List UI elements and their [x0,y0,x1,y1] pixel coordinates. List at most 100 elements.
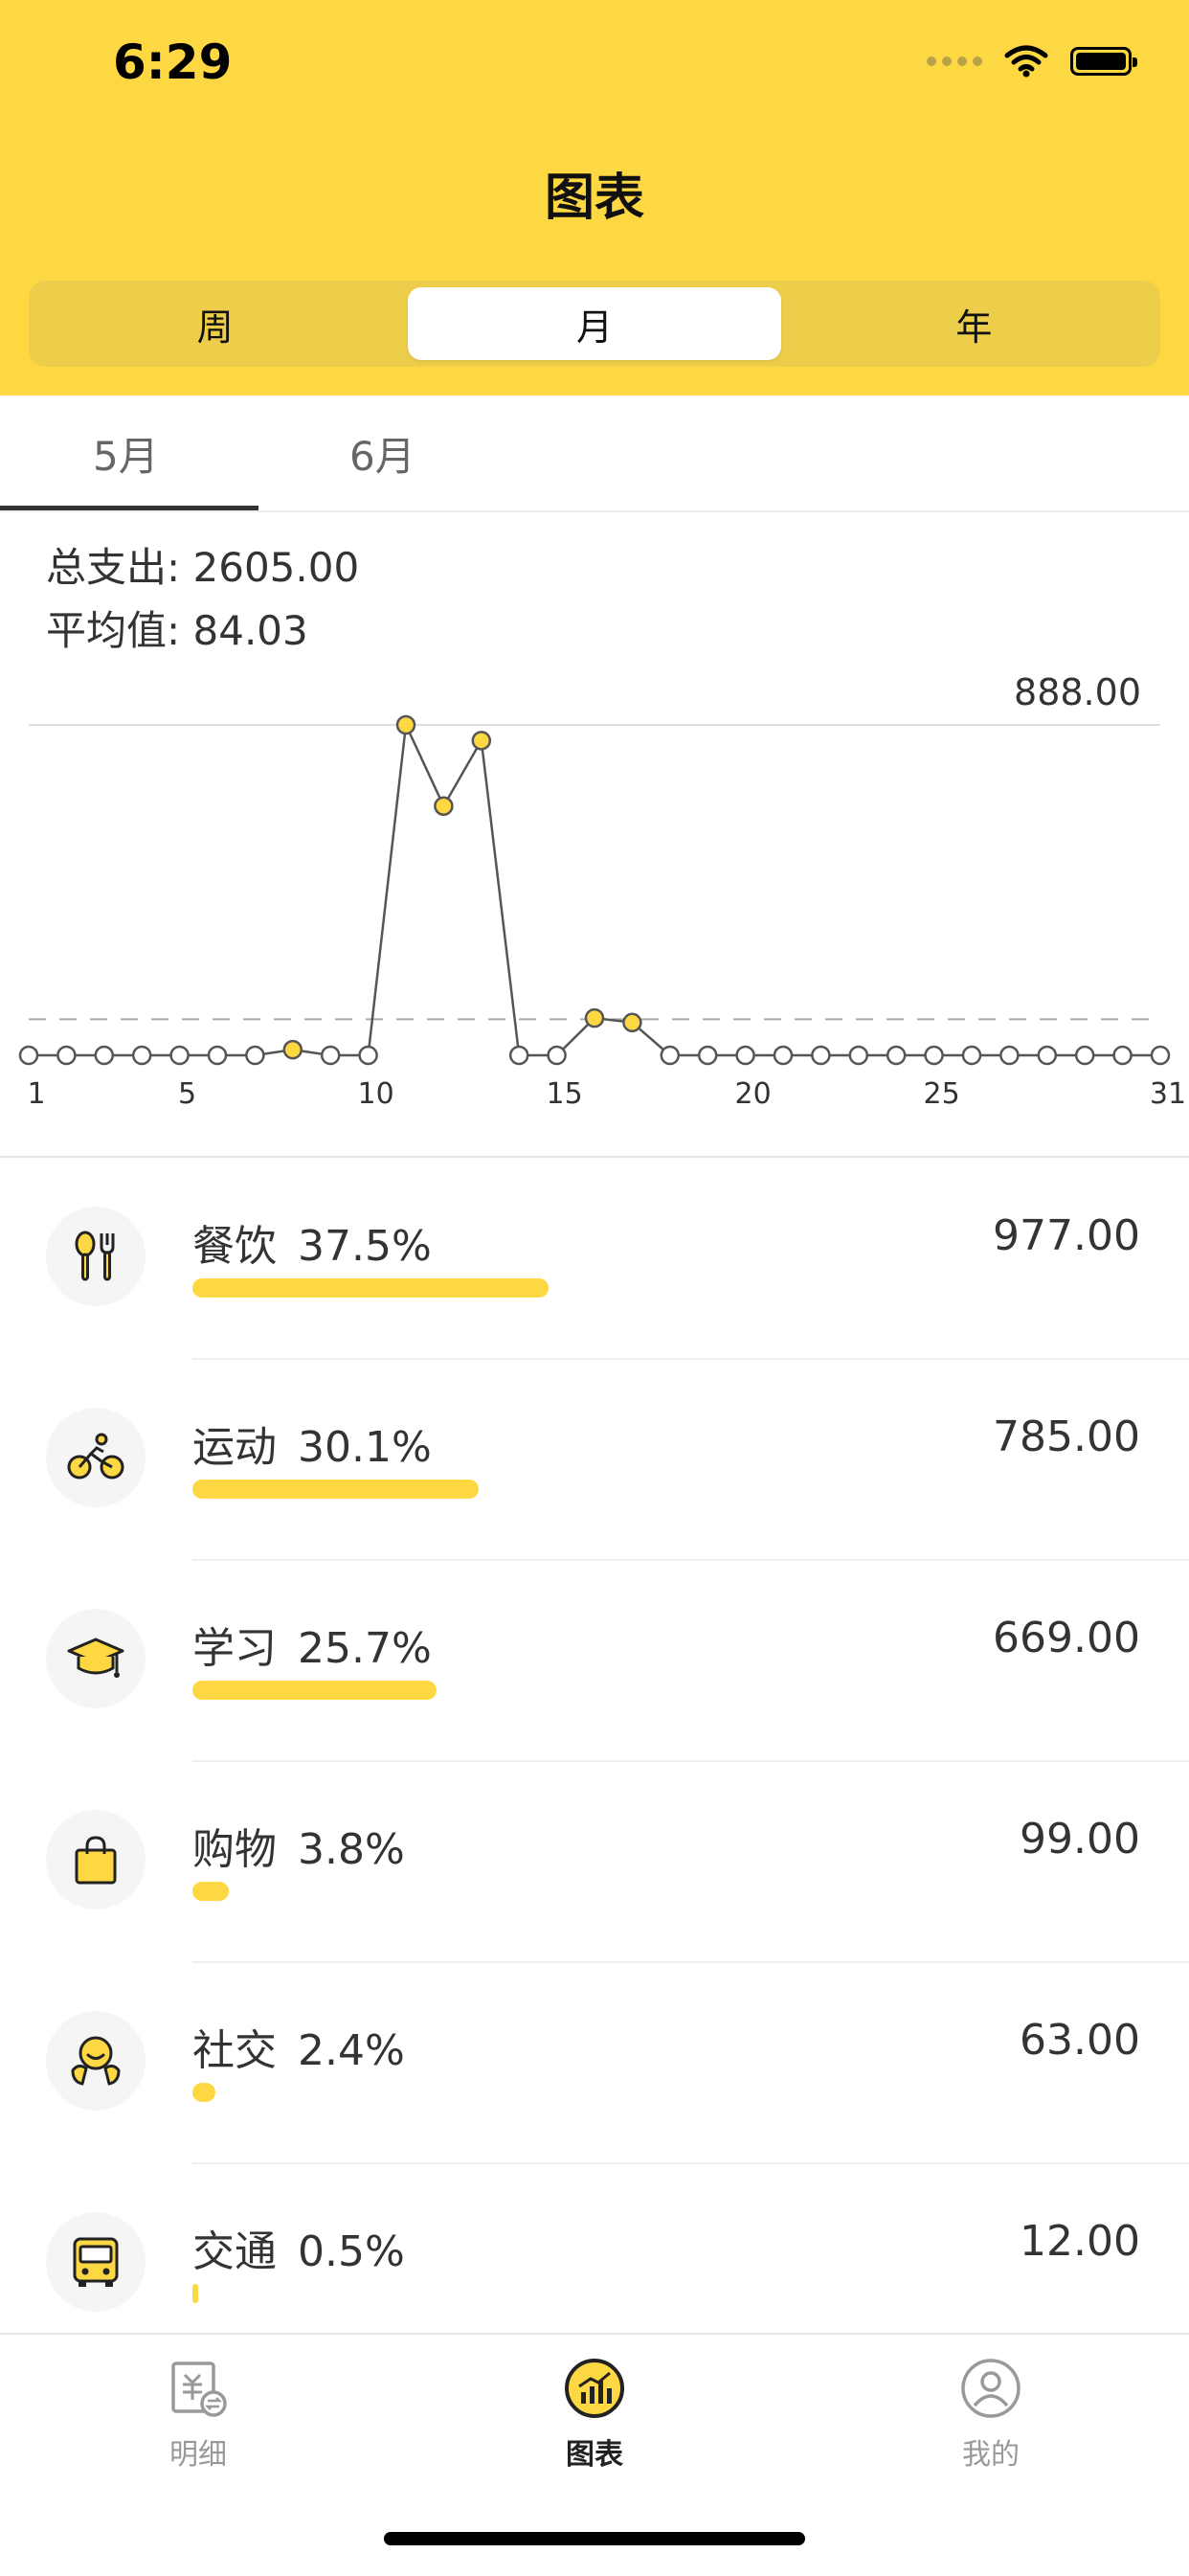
category-progress-bar [192,1480,479,1499]
category-name: 购物 3.8% [192,1815,405,1876]
category-item-dining[interactable]: 餐饮 37.5% 977.00 [0,1159,1189,1360]
category-item-study[interactable]: 学习 25.7% 669.00 [0,1561,1189,1762]
active-tab-underline [0,506,258,510]
chart-point-day-8[interactable] [282,1039,303,1060]
chart-point-day-16[interactable] [584,1007,605,1028]
average-label: 平均值: [46,607,181,654]
chart-points [18,714,1171,1066]
cellular-signal-icon [927,56,982,66]
chart-point-day-3[interactable] [94,1045,115,1066]
chart-point-day-15[interactable] [547,1045,567,1066]
chart-series-line [29,720,1160,1057]
category-percent: 37.5% [298,1222,432,1271]
chart-point-day-19[interactable] [697,1045,718,1066]
social-icon [46,2011,146,2111]
category-item-sport[interactable]: 运动 30.1% 785.00 [0,1360,1189,1561]
chart-point-day-22[interactable] [811,1045,831,1066]
chart-point-day-4[interactable] [131,1045,152,1066]
bicycle-icon [46,1408,146,1507]
chart-max-label: 888.00 [1014,671,1141,713]
graduation-cap-icon [46,1609,146,1708]
tab-may[interactable]: 5月 [93,424,159,483]
segment-week[interactable]: 周 [29,281,401,367]
chart-point-day-6[interactable] [207,1045,228,1066]
profile-icon [961,2359,1021,2418]
chart-x-tick-label: 25 [924,1077,960,1111]
total-expense: 总支出: 2605.00 [46,536,359,599]
category-label: 运动 [192,1423,277,1472]
chart-point-day-20[interactable] [735,1045,755,1066]
tab-mine[interactable]: 我的 [895,2358,1087,2473]
shopping-bag-icon [46,1810,146,1909]
chart-point-day-9[interactable] [320,1045,341,1066]
category-amount: 12.00 [1020,2217,1140,2266]
chart-x-tick-label: 15 [547,1077,583,1111]
line-chart-svg: 888.00 1 5 10 15 20 25 31 [18,671,1186,1111]
segment-year[interactable]: 年 [788,281,1160,367]
chart-x-tick-label: 1 [27,1077,45,1111]
tab-label: 图表 [566,2438,623,2472]
chart-x-tick-label: 20 [735,1077,772,1111]
chart-x-ticks: 1 5 10 15 20 25 31 [27,1077,1186,1111]
category-percent: 2.4% [298,2026,405,2075]
chart-point-day-21[interactable] [773,1045,794,1066]
category-percent: 3.8% [298,1825,405,1874]
chart-point-day-29[interactable] [1074,1045,1095,1066]
total-label: 总支出: [46,544,181,591]
average-value: 84.03 [192,607,308,654]
category-name: 社交 2.4% [192,2016,405,2077]
category-name: 运动 30.1% [192,1412,432,1474]
tab-label: 明细 [169,2438,227,2472]
chart-point-day-1[interactable] [18,1045,39,1066]
category-item-shopping[interactable]: 购物 3.8% 99.00 [0,1762,1189,1963]
chart-point-day-10[interactable] [358,1045,378,1066]
daily-expense-chart: 888.00 1 5 10 15 20 25 31 [0,661,1189,1140]
chart-point-day-25[interactable] [924,1045,944,1066]
category-percent: 30.1% [298,1423,432,1472]
chart-point-day-14[interactable] [508,1045,529,1066]
category-label: 交通 [192,2227,277,2276]
category-progress-bar [192,2083,215,2102]
chart-point-day-30[interactable] [1112,1045,1133,1066]
chart-point-day-31[interactable] [1150,1045,1171,1066]
dining-icon [46,1207,146,1306]
tab-detail[interactable]: 明细 [102,2358,294,2473]
category-name: 学习 25.7% [192,1614,432,1675]
category-label: 购物 [192,1825,277,1874]
chart-point-day-5[interactable] [169,1045,190,1066]
category-item-social[interactable]: 社交 2.4% 63.00 [0,1963,1189,2164]
chart-x-tick-label: 10 [358,1077,394,1111]
chart-point-day-26[interactable] [961,1045,982,1066]
chart-x-tick-label: 5 [178,1077,196,1111]
section-divider [0,1156,1189,1158]
category-label: 社交 [192,2026,277,2075]
chart-point-day-2[interactable] [56,1045,77,1066]
category-label: 餐饮 [192,1222,277,1271]
segment-month[interactable]: 月 [408,287,781,360]
chart-point-day-28[interactable] [1037,1045,1058,1066]
tab-june[interactable]: 6月 [349,424,415,483]
chart-point-day-27[interactable] [999,1045,1020,1066]
category-name: 交通 0.5% [192,2217,405,2278]
chart-point-day-18[interactable] [660,1045,681,1066]
status-time: 6:29 [113,34,233,90]
status-icons [927,44,1137,79]
chart-point-day-11[interactable] [395,714,416,735]
chart-point-day-23[interactable] [848,1045,869,1066]
detail-icon [171,2361,227,2417]
period-segmented-control: 周 月 年 [29,281,1160,367]
bus-icon [46,2212,146,2312]
chart-point-day-7[interactable] [245,1045,265,1066]
chart-point-day-12[interactable] [434,796,454,816]
tab-label: 我的 [962,2438,1020,2472]
chart-point-day-24[interactable] [886,1045,907,1066]
chart-point-day-17[interactable] [622,1012,642,1033]
tab-chart[interactable]: 图表 [499,2358,690,2473]
category-list: 餐饮 37.5% 977.00 运动 30.1% 785.00 学习 25.7%… [0,1159,1189,2365]
average-expense: 平均值: 84.03 [46,599,359,663]
chart-point-day-13[interactable] [471,731,492,751]
category-progress-bar [192,2284,198,2303]
category-progress-bar [192,1278,549,1298]
category-progress-bar [192,1681,437,1700]
summary: 总支出: 2605.00 平均值: 84.03 [46,536,359,663]
